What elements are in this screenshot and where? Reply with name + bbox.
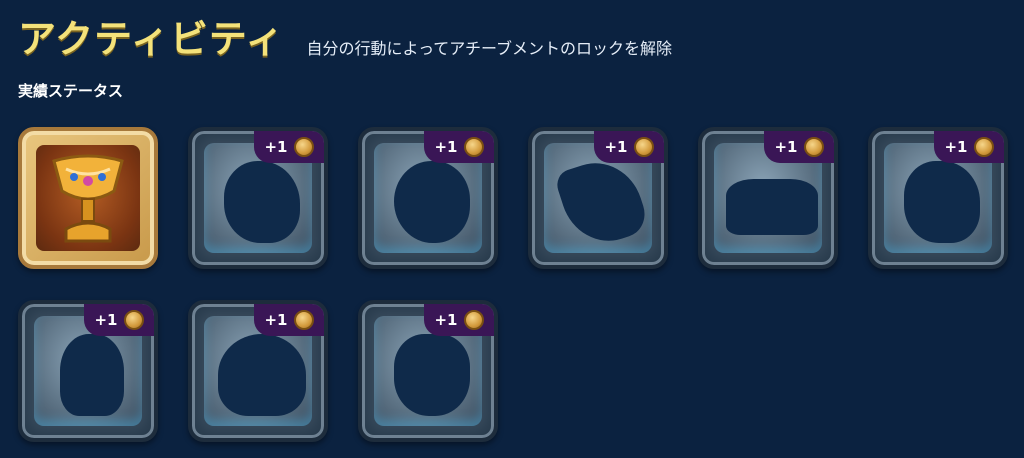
coin-icon [123, 310, 144, 330]
achievement-tile-1[interactable] [18, 127, 158, 269]
reward-amount: +1 [434, 138, 458, 156]
reward-badge: +1 [934, 131, 1004, 163]
reward-amount: +1 [604, 138, 628, 156]
locked-achievement-silhouette [904, 161, 980, 243]
trophy-icon [52, 154, 124, 243]
achievement-tile-8[interactable]: +1 [188, 300, 328, 442]
coin-icon [463, 137, 484, 157]
locked-achievement-silhouette [224, 161, 300, 243]
locked-achievement-silhouette [726, 179, 818, 235]
reward-badge: +1 [254, 304, 324, 336]
locked-achievement-silhouette [394, 334, 470, 416]
coin-icon [803, 137, 824, 157]
page-header: アクティビティ 自分の行動によってアチーブメントのロックを解除 [18, 8, 672, 63]
achievement-tile-2[interactable]: +1 [188, 127, 328, 269]
locked-achievement-silhouette [218, 334, 306, 416]
reward-amount: +1 [264, 138, 288, 156]
reward-amount: +1 [434, 311, 458, 329]
achievement-tile-6[interactable]: +1 [868, 127, 1008, 269]
achievement-tile-3[interactable]: +1 [358, 127, 498, 269]
page-title: アクティビティ [18, 17, 285, 61]
coin-icon [293, 137, 314, 157]
locked-achievement-silhouette [60, 334, 124, 416]
reward-badge: +1 [84, 304, 154, 336]
coin-icon [463, 310, 484, 330]
coin-icon [293, 310, 314, 330]
locked-achievement-silhouette [394, 161, 470, 243]
reward-badge: +1 [424, 131, 494, 163]
page-subtitle: 自分の行動によってアチーブメントのロックを解除 [306, 39, 672, 58]
section-title: 実績ステータス [18, 82, 124, 100]
activity-page: アクティビティ 自分の行動によってアチーブメントのロックを解除 実績ステータス … [0, 0, 1024, 458]
coin-icon [973, 137, 994, 157]
locked-achievement-silhouette [553, 151, 651, 253]
reward-amount: +1 [944, 138, 968, 156]
achievement-tile-5[interactable]: +1 [698, 127, 838, 269]
reward-badge: +1 [424, 304, 494, 336]
achievement-tile-4[interactable]: +1 [528, 127, 668, 269]
reward-badge: +1 [764, 131, 834, 163]
reward-amount: +1 [264, 311, 288, 329]
reward-badge: +1 [594, 131, 664, 163]
reward-amount: +1 [94, 311, 118, 329]
coin-icon [633, 137, 654, 157]
achievement-tile-7[interactable]: +1 [18, 300, 158, 442]
reward-badge: +1 [254, 131, 324, 163]
reward-amount: +1 [774, 138, 798, 156]
achievement-tile-9[interactable]: +1 [358, 300, 498, 442]
